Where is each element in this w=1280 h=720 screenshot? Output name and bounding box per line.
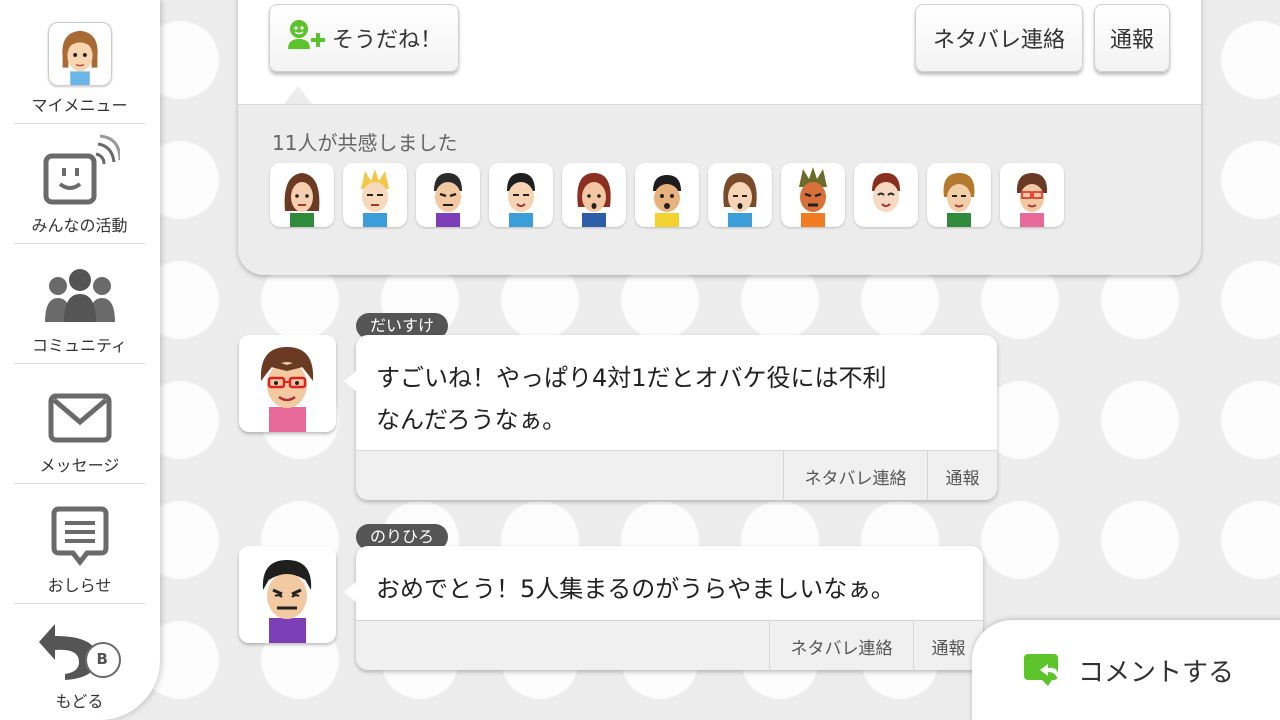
comment-spoiler-button[interactable]: ネタバレ連絡 <box>783 451 927 501</box>
comment-spoiler-button[interactable]: ネタバレ連絡 <box>769 621 913 671</box>
yeah-avatar[interactable] <box>416 163 480 227</box>
sidebar-label-my-menu: マイメニュー <box>31 96 128 115</box>
comment-footer: ネタバレ連絡 通報 <box>356 450 997 501</box>
envelope-icon <box>48 390 112 446</box>
write-comment-label: コメントする <box>1078 658 1235 688</box>
my-mii-avatar <box>47 22 112 86</box>
sidebar-item-my-menu[interactable]: マイメニュー <box>14 4 145 124</box>
sidebar-item-messages[interactable]: メッセージ <box>14 364 145 484</box>
sidebar-item-notifications[interactable]: おしらせ <box>14 484 145 604</box>
yeah-avatar[interactable] <box>708 163 772 227</box>
comment-text: おめでとう！5人集まるのがうらやましいなぁ。 <box>356 546 983 610</box>
spoiler-report-button[interactable]: ネタバレ連絡 <box>915 4 1083 72</box>
comment-reply-icon <box>1022 652 1066 690</box>
sidebar-label-community: コミュニティ <box>31 336 128 355</box>
yeah-avatar[interactable] <box>927 163 991 227</box>
yeah-button[interactable]: そうだね！ <box>269 4 459 72</box>
post-card: そうだね！ ネタバレ連絡 通報 11人が共感しました <box>238 0 1201 275</box>
yeah-list-pointer <box>284 86 312 104</box>
yeah-avatar[interactable] <box>343 163 407 227</box>
comment-text-line: なんだろうなぁ。 <box>376 406 567 434</box>
write-comment-button[interactable]: コメントする <box>972 620 1280 720</box>
sidebar-item-back[interactable]: B もどる <box>14 600 145 720</box>
back-arrow-icon: B <box>35 620 125 682</box>
comment-text-line: おめでとう！5人集まるのがうらやましいなぁ。 <box>376 575 895 603</box>
comment-bubble: おめでとう！5人集まるのがうらやましいなぁ。 ネタバレ連絡 通報 <box>344 546 983 671</box>
b-button-badge: B <box>96 650 108 668</box>
sidebar-item-community[interactable]: コミュニティ <box>14 244 145 364</box>
yeah-avatar[interactable] <box>489 163 553 227</box>
sidebar-label-notifications: おしらせ <box>47 576 112 595</box>
yeah-icon <box>286 19 326 57</box>
sidebar: マイメニュー みんなの活動 コミュニティ メッセージ おしらせ B もどる <box>0 0 160 720</box>
comment-text: すごいね！やっぱり4対1だとオバケ役には不利 なんだろうなぁ。 <box>356 335 997 441</box>
yeah-avatar[interactable] <box>635 163 699 227</box>
comment-report-button[interactable]: 通報 <box>927 451 997 501</box>
comment-bubble: すごいね！やっぱり4対1だとオバケ役には不利 なんだろうなぁ。 ネタバレ連絡 通… <box>344 335 997 501</box>
report-button[interactable]: 通報 <box>1094 4 1170 72</box>
sidebar-label-messages: メッセージ <box>39 456 120 475</box>
yeah-avatar[interactable] <box>562 163 626 227</box>
sidebar-label-back: もどる <box>55 692 104 711</box>
post-action-bar: そうだね！ ネタバレ連絡 通報 <box>238 0 1201 104</box>
yeah-avatar[interactable] <box>1000 163 1064 227</box>
yeah-list: 11人が共感しました <box>238 104 1201 275</box>
sidebar-label-activity: みんなの活動 <box>31 216 128 235</box>
yeah-avatar[interactable] <box>781 163 845 227</box>
yeah-avatar[interactable] <box>854 163 918 227</box>
yeah-avatar[interactable] <box>270 163 334 227</box>
comment-footer: ネタバレ連絡 通報 <box>356 620 983 671</box>
yeah-avatars <box>270 163 1064 227</box>
community-icon <box>42 266 118 326</box>
sidebar-item-activity[interactable]: みんなの活動 <box>14 124 145 244</box>
commenter-avatar[interactable] <box>239 546 336 643</box>
comment-text-line: すごいね！やっぱり4対1だとオバケ役には不利 <box>376 364 887 392</box>
activity-feed-icon <box>40 134 120 206</box>
commenter-avatar[interactable] <box>239 335 336 432</box>
yeah-count: 11人が共感しました <box>272 131 458 155</box>
notification-icon <box>49 506 111 566</box>
yeah-label: そうだね！ <box>331 28 442 53</box>
